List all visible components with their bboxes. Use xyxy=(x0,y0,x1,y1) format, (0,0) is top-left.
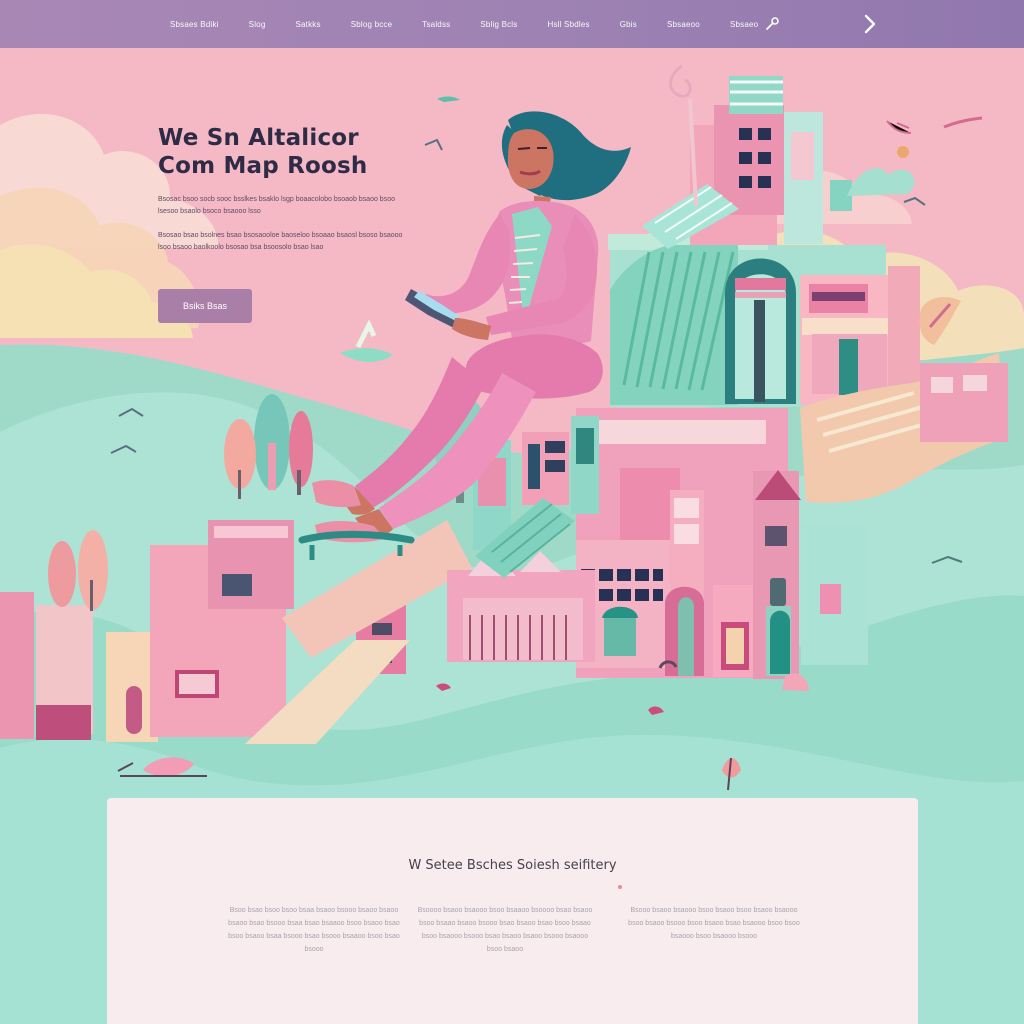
hero-cta-button[interactable]: Bsiks Bsas xyxy=(158,289,252,323)
nav-links: Sbsaes Bdiki Slog Satkks Sblog bcce Tsal… xyxy=(170,0,788,48)
feature-column-2: Bsoooo bsaoo bsaooo bsoo bsaaoo bsoooo b… xyxy=(417,907,593,953)
nav-item-4[interactable]: Sblog bcce xyxy=(351,20,393,29)
nav-item-9[interactable]: Sbsaeoo xyxy=(667,20,700,29)
hero-title-line-2: Com Map Roosh xyxy=(158,153,368,179)
nav-item-8[interactable]: Gbis xyxy=(620,20,637,29)
feature-card: W Setee Bsches Soiesh seifitery Bsoo bsa… xyxy=(107,798,918,1024)
hero-title: We Sn Altalicor Com Map Roosh xyxy=(158,124,418,180)
nav-item-2[interactable]: Slog xyxy=(249,20,266,29)
nav-item-10[interactable]: Sbsaeo xyxy=(730,20,758,29)
nav-item-7[interactable]: Hsll Sbdles xyxy=(547,20,589,29)
hero-paragraph-1: Bsosac bsoo socb sooc bsslkes bsaklo lsg… xyxy=(158,196,395,215)
nav-item-6[interactable]: Sblig Bcls xyxy=(480,20,517,29)
nav-item-3[interactable]: Satkks xyxy=(295,20,320,29)
nav-item-5[interactable]: Tsaldss xyxy=(422,20,450,29)
title-accent-dot xyxy=(618,885,622,889)
top-navigation: Sbsaes Bdiki Slog Satkks Sblog bcce Tsal… xyxy=(0,0,1024,48)
hero-title-line-1: We Sn Altalicor xyxy=(158,125,359,151)
feature-column-3: Bsooo bsaoo bsaooo bsoo bsaoo bsoo bsaoo… xyxy=(628,907,800,940)
chevron-right-icon[interactable] xyxy=(858,12,882,36)
nav-item-1[interactable]: Sbsaes Bdiki xyxy=(170,20,219,29)
feature-card-title: W Setee Bsches Soiesh seifitery xyxy=(408,858,617,873)
tool-icon[interactable] xyxy=(764,16,780,32)
feature-column-1: Bsoo bsao bsoo bsoo bsaa bsaoo bsooo bsa… xyxy=(228,907,400,953)
hero-paragraph-2: Bsosao bsao bsolnes bsao bsosaooloe baos… xyxy=(158,232,403,251)
